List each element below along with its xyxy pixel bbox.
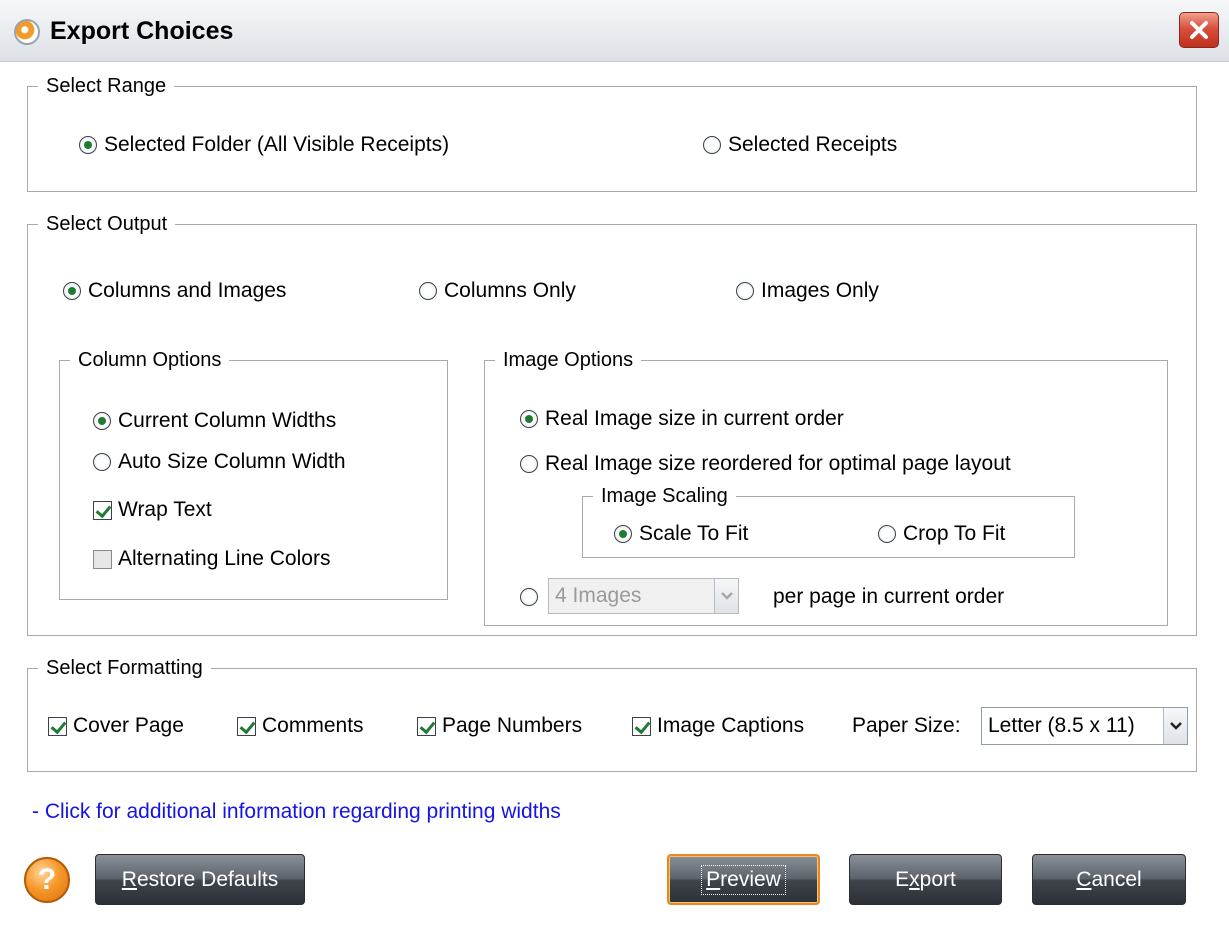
output-images-only-radio[interactable]: Images Only (736, 277, 879, 305)
alternating-line-colors-checkbox[interactable]: Alternating Line Colors (93, 545, 330, 573)
column-options-legend: Column Options (70, 347, 230, 373)
restore-defaults-button[interactable]: Restore Defaults (95, 854, 305, 905)
chevron-down-icon (1163, 708, 1187, 744)
wrap-text-checkbox[interactable]: Wrap Text (93, 496, 212, 524)
close-button[interactable] (1179, 12, 1219, 48)
select-range-legend: Select Range (38, 73, 175, 99)
radio-indicator (614, 525, 632, 543)
printing-widths-info-link[interactable]: - Click for additional information regar… (32, 800, 561, 824)
real-image-reordered-radio[interactable]: Real Image size reordered for optimal pa… (520, 450, 1011, 478)
radio-indicator (520, 410, 538, 428)
output-columns-and-images-radio[interactable]: Columns and Images (63, 277, 286, 305)
radio-indicator (79, 136, 97, 154)
radio-indicator (93, 412, 111, 430)
image-captions-checkbox[interactable]: Image Captions (632, 712, 804, 740)
select-formatting-legend: Select Formatting (38, 655, 211, 681)
title-bar[interactable]: Export Choices (0, 0, 1229, 62)
radio-indicator (736, 282, 754, 300)
page-numbers-checkbox[interactable]: Page Numbers (417, 712, 582, 740)
images-per-page-radio[interactable] (520, 583, 545, 611)
select-output-legend: Select Output (38, 211, 176, 237)
auto-size-column-width-radio[interactable]: Auto Size Column Width (93, 448, 346, 476)
image-scaling-legend: Image Scaling (593, 483, 736, 509)
checkbox-indicator (237, 716, 256, 736)
radio-indicator (703, 136, 721, 154)
checkbox-indicator (632, 716, 651, 736)
comments-checkbox[interactable]: Comments (237, 712, 364, 740)
help-icon[interactable]: ? (24, 857, 70, 903)
radio-indicator (93, 453, 111, 471)
close-icon (1190, 21, 1208, 39)
paper-size-label: Paper Size: (852, 714, 961, 737)
window-title: Export Choices (50, 17, 234, 45)
range-selected-receipts-radio[interactable]: Selected Receipts (703, 131, 897, 159)
cancel-button[interactable]: Cancel (1032, 854, 1186, 905)
checkbox-indicator (48, 716, 67, 736)
chevron-down-icon (714, 579, 738, 613)
output-columns-only-radio[interactable]: Columns Only (419, 277, 576, 305)
radio-indicator (520, 455, 538, 473)
real-image-current-order-radio[interactable]: Real Image size in current order (520, 405, 844, 433)
export-button[interactable]: Export (849, 854, 1002, 905)
radio-indicator (878, 525, 896, 543)
app-logo-icon (14, 19, 40, 45)
crop-to-fit-radio[interactable]: Crop To Fit (878, 520, 1005, 548)
per-page-label: per page in current order (773, 585, 1005, 608)
checkbox-indicator (93, 549, 112, 569)
paper-size-select[interactable]: Letter (8.5 x 11) (981, 707, 1188, 745)
radio-indicator (63, 282, 81, 300)
scale-to-fit-radio[interactable]: Scale To Fit (614, 520, 748, 548)
image-options-legend: Image Options (495, 347, 642, 373)
radio-indicator (520, 588, 538, 606)
range-selected-folder-radio[interactable]: Selected Folder (All Visible Receipts) (79, 131, 449, 159)
checkbox-indicator (93, 500, 112, 520)
cover-page-checkbox[interactable]: Cover Page (48, 712, 184, 740)
images-per-page-select[interactable]: 4 Images (548, 578, 739, 614)
export-choices-dialog: Export Choices Select Range Selected Fol… (0, 0, 1229, 926)
checkbox-indicator (417, 716, 436, 736)
preview-button[interactable]: Preview (667, 854, 820, 905)
radio-indicator (419, 282, 437, 300)
current-column-widths-radio[interactable]: Current Column Widths (93, 407, 336, 435)
